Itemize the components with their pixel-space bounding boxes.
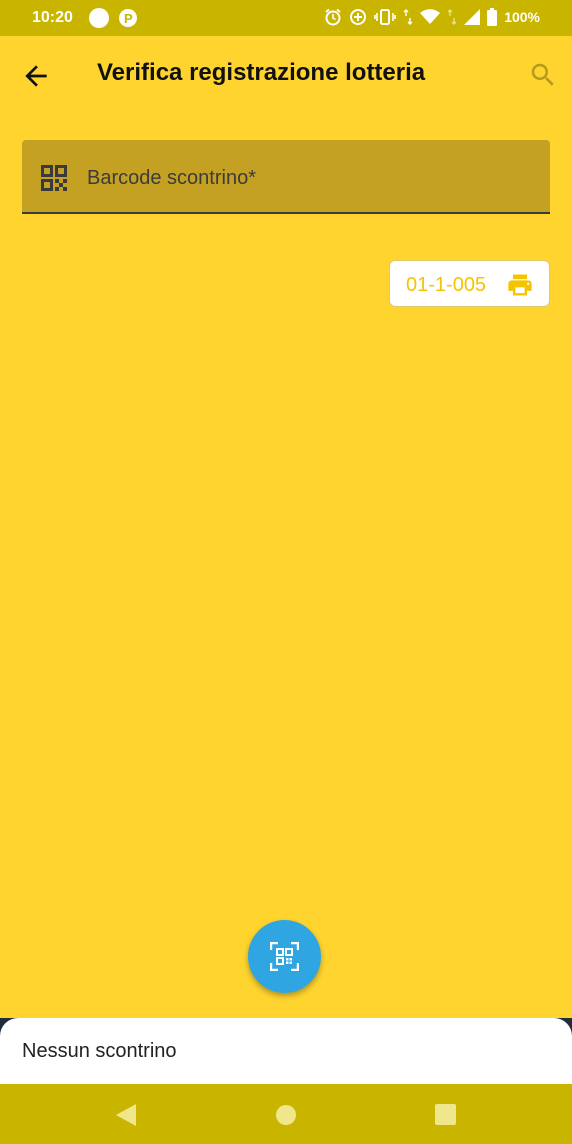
device-code: 01-1-005 (406, 274, 487, 296)
nav-back-button[interactable] (114, 1103, 138, 1132)
arrow-back-icon (25, 65, 47, 87)
back-button[interactable] (20, 60, 52, 92)
nav-home-button[interactable] (275, 1104, 297, 1131)
scan-fab[interactable] (248, 920, 321, 993)
empty-message: Nessun scontrino (22, 1040, 177, 1062)
home-nav-icon (276, 1105, 296, 1125)
back-nav-icon (116, 1104, 136, 1126)
qr-scan-icon (270, 942, 299, 971)
barcode-placeholder: Barcode scontrino* (87, 167, 256, 189)
nav-recents-button[interactable] (435, 1104, 456, 1130)
signal-icon (464, 9, 481, 25)
status-time: 10:20 (32, 9, 73, 26)
page-title: Verifica registrazione lotteria (97, 59, 426, 86)
qr-code-icon (41, 165, 67, 191)
alarm-icon (325, 8, 341, 26)
circle-icon (89, 8, 109, 28)
printer-icon (508, 274, 532, 296)
data-arrows-2-icon (447, 9, 457, 25)
svg-text:P: P (124, 11, 133, 26)
vibrate-icon (374, 9, 396, 25)
search-icon (531, 63, 554, 86)
printer-chip[interactable]: 01-1-005 (389, 260, 550, 307)
app-bar: Verifica registrazione lotteria (0, 36, 572, 116)
search-button[interactable] (528, 60, 562, 94)
battery-percent: 100% (504, 9, 540, 25)
bottom-sheet: Nessun scontrino (0, 1018, 572, 1086)
status-right-icons: 100% (324, 8, 540, 26)
navigation-bar (0, 1084, 572, 1144)
barcode-input[interactable]: Barcode scontrino* (22, 140, 550, 214)
battery-icon (487, 8, 498, 26)
recents-nav-icon (435, 1104, 456, 1125)
status-bar: 10:20 P 100% (0, 0, 572, 36)
status-left-icons: P (88, 7, 138, 29)
wifi-icon (420, 9, 441, 24)
data-arrows-icon (403, 9, 413, 25)
parking-icon: P (119, 9, 137, 27)
data-saver-icon (350, 9, 367, 25)
